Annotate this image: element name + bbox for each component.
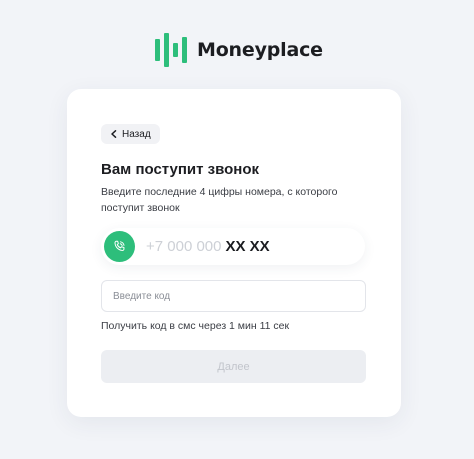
chevron-left-icon — [111, 130, 117, 138]
phone-number-prefix: +7 000 000 — [146, 238, 222, 255]
sms-resend-timer: Получить код в смс через 1 мин 11 сек — [101, 320, 290, 332]
verification-card: Назад Вам поступит звонок Введите послед… — [67, 89, 401, 417]
incoming-phone-number: +7 000 000 XX XX — [101, 228, 365, 265]
back-button[interactable]: Назад — [101, 124, 160, 144]
bars-logo-icon — [155, 33, 187, 67]
page-description: Введите последние 4 цифры номера, с кото… — [101, 186, 338, 214]
brand-logo: Moneyplace — [155, 33, 323, 67]
back-button-label: Назад — [122, 128, 151, 140]
next-button[interactable]: Далее — [101, 350, 366, 383]
login-page: Moneyplace Назад Вам поступит звонок Вве… — [0, 0, 474, 459]
brand-name: Moneyplace — [197, 39, 323, 61]
code-input[interactable] — [101, 280, 366, 312]
phone-number-text: +7 000 000 XX XX — [146, 238, 270, 255]
page-title: Вам поступит звонок — [101, 161, 260, 178]
phone-call-icon — [104, 231, 135, 262]
phone-number-masked-digits: XX XX — [225, 238, 270, 255]
